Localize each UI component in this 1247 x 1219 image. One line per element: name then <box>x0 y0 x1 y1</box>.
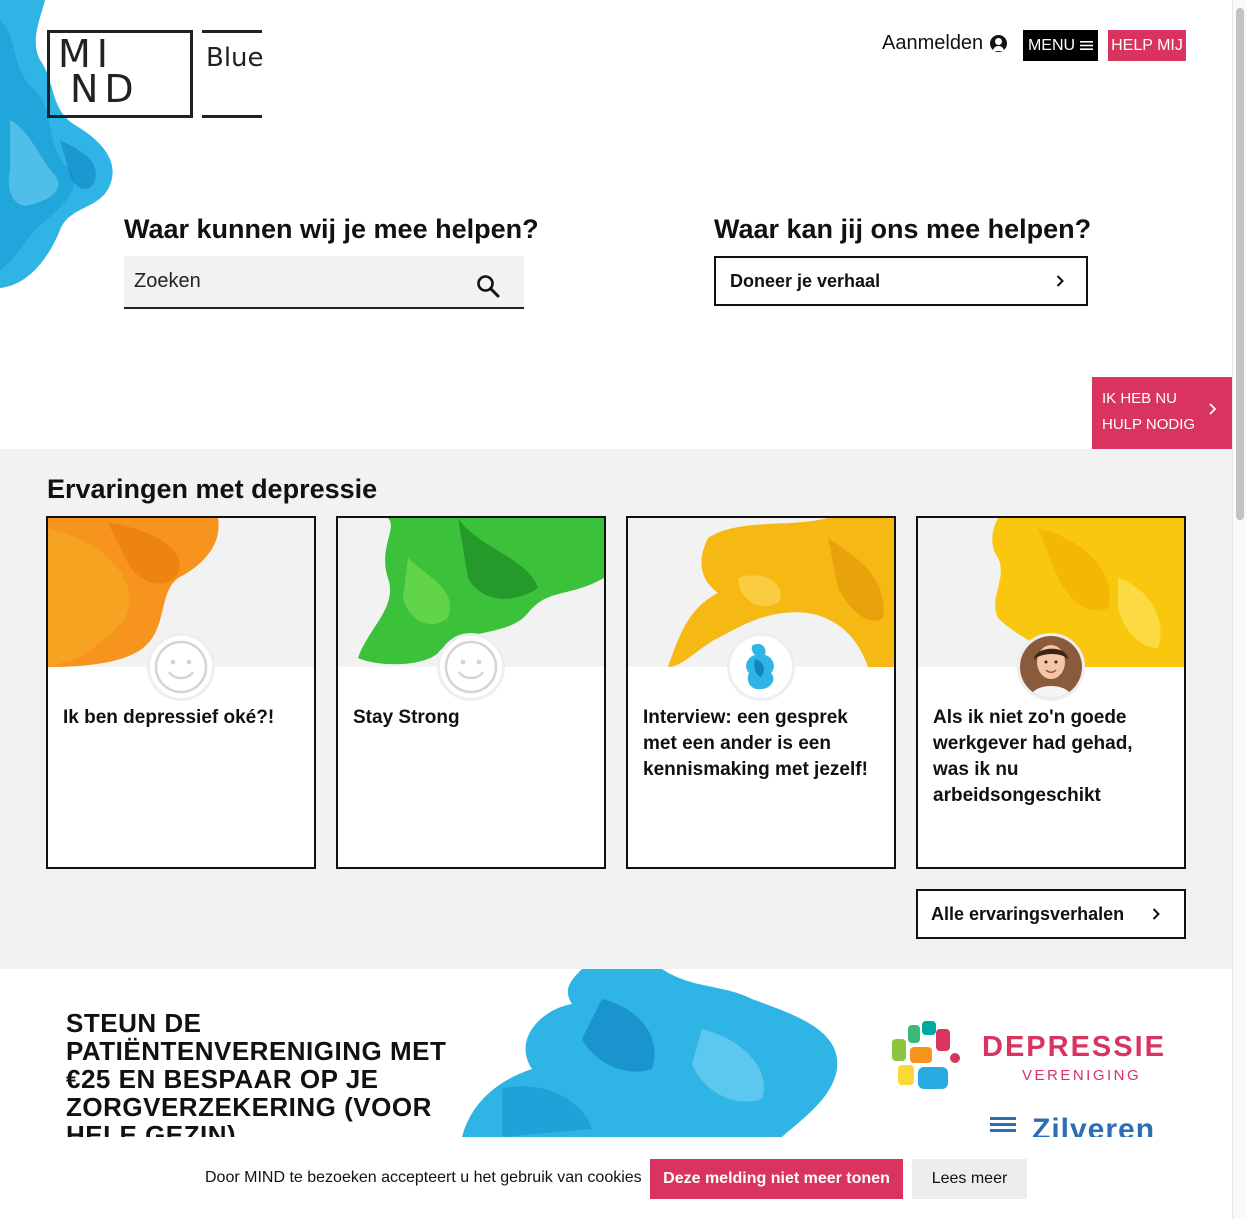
story-title: Als ik niet zo'n goede werkgever had geh… <box>933 707 1133 806</box>
donate-label: Doneer je verhaal <box>730 270 881 291</box>
search-icon[interactable] <box>476 274 500 298</box>
partner-subtitle: VERENIGING <box>1022 1067 1142 1084</box>
story-title: Interview: een gesprek met een ander is … <box>643 707 868 780</box>
search-input[interactable] <box>124 256 464 307</box>
donate-story-button[interactable]: Doneer je verhaal <box>714 256 1088 306</box>
story-card[interactable]: Als ik niet zo'n goede werkgever had geh… <box>916 516 1186 869</box>
story-card[interactable]: Ik ben depressief oké?! <box>46 516 316 869</box>
banner-text: STEUN DE PATIËNTENVERENIGING MET €25 EN … <box>66 1008 447 1137</box>
all-stories-button[interactable]: Alle ervaringsverhalen <box>916 889 1186 939</box>
support-banner[interactable]: STEUN DE PATIËNTENVERENIGING MET €25 EN … <box>0 969 1232 1137</box>
login-label: Aanmelden <box>882 32 984 54</box>
person-photo <box>1017 633 1085 701</box>
story-title: Ik ben depressief oké?! <box>63 707 275 728</box>
menu-button[interactable]: MENU <box>1023 30 1098 61</box>
help-now-line2: HULP NODIG <box>1102 416 1196 433</box>
logo-blue-text: Blue <box>206 43 264 73</box>
depressie-vereniging-logo <box>892 1021 960 1089</box>
smiley-icon <box>437 633 505 701</box>
zilveren-kruis-logo: Zilveren <box>990 1115 1155 1137</box>
story-card[interactable]: Interview: een gesprek met een ander is … <box>626 516 896 869</box>
scrollbar-thumb[interactable] <box>1236 8 1244 520</box>
menu-label: MENU <box>1027 36 1076 54</box>
cookie-bar: Door MIND te bezoeken accepteert u het g… <box>0 1137 1232 1219</box>
help-now-button[interactable]: IK HEB NU HULP NODIG <box>1092 377 1232 449</box>
search-box <box>124 256 524 309</box>
blue-logo[interactable]: Blue <box>202 30 264 118</box>
all-stories-label: Alle ervaringsverhalen <box>931 903 1125 924</box>
read-more-button[interactable]: Lees meer <box>912 1159 1027 1199</box>
login-link[interactable]: Aanmelden <box>882 32 1008 55</box>
banner-blue-ink <box>462 969 838 1137</box>
stories-heading: Ervaringen met depressie <box>47 474 378 504</box>
mind-logo[interactable]: MI ND <box>47 30 193 118</box>
scrollbar[interactable] <box>1232 0 1247 1219</box>
hamburger-icon <box>1080 41 1094 50</box>
chevron-right-icon <box>1152 908 1160 920</box>
user-icon <box>990 35 1008 52</box>
wave-icon <box>990 1117 1016 1132</box>
dismiss-cookie-button[interactable]: Deze melding niet meer tonen <box>650 1159 903 1199</box>
blue-ink-avatar <box>727 633 795 701</box>
donate-heading: Waar kan jij ons mee helpen? <box>714 214 1092 244</box>
help-me-button[interactable]: HELP MIJ <box>1108 30 1186 61</box>
chevron-right-icon <box>1209 403 1216 415</box>
insurer-name: Zilveren <box>1032 1113 1156 1138</box>
search-heading: Waar kunnen wij je mee helpen? <box>124 214 539 244</box>
cookie-message: Door MIND te bezoeken accepteert u het g… <box>205 1169 642 1186</box>
logo-mind-text: MI ND <box>58 32 140 111</box>
story-card[interactable]: Stay Strong <box>336 516 606 869</box>
stories-section: Ervaringen met depressie Ik ben depressi… <box>0 449 1232 969</box>
chevron-right-icon <box>1056 275 1064 287</box>
partner-name: DEPRESSIE <box>982 1031 1166 1063</box>
smiley-icon <box>147 633 215 701</box>
story-title: Stay Strong <box>353 707 460 728</box>
